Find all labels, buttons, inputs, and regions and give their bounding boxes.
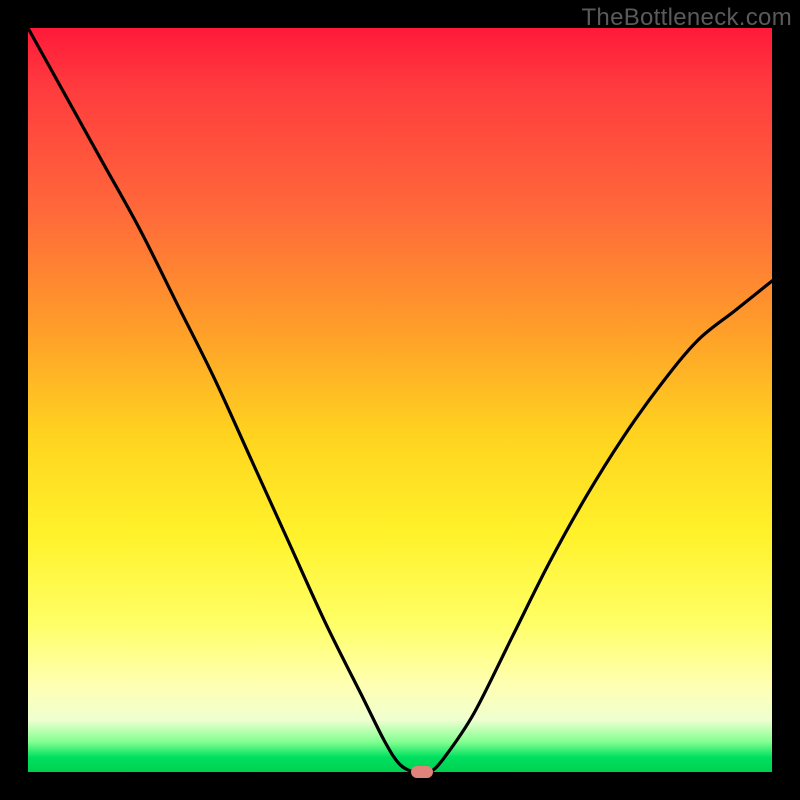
plot-area <box>28 28 772 772</box>
optimal-marker <box>411 766 433 778</box>
watermark-text: TheBottleneck.com <box>581 4 792 32</box>
chart-frame: TheBottleneck.com <box>0 0 800 800</box>
bottleneck-curve <box>28 28 772 772</box>
